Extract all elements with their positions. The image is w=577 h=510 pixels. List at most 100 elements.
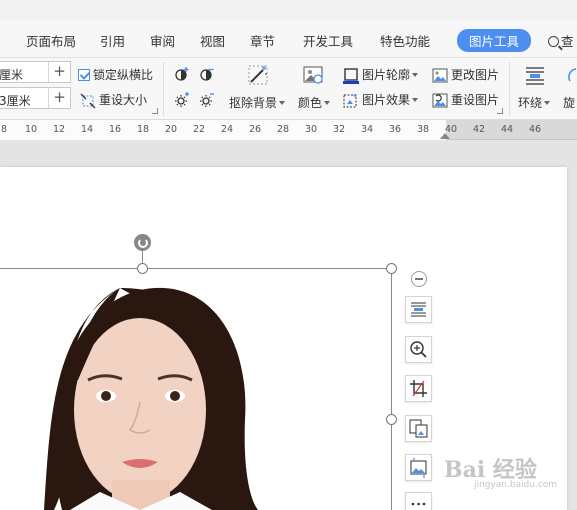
crop-icon xyxy=(410,380,427,397)
layout-options-button[interactable] xyxy=(405,296,432,323)
picture-color-icon xyxy=(303,66,323,84)
tab-references[interactable]: 引用 xyxy=(100,31,125,50)
menu-bar: 页面布局 引用 审阅 视图 章节 开发工具 特色功能 图片工具 查 xyxy=(0,0,577,58)
remove-background-button[interactable]: 抠除背景 xyxy=(229,94,286,111)
ruler-tick: 34 xyxy=(360,124,374,135)
width-increase-button[interactable]: + xyxy=(48,88,70,108)
reset-size-button[interactable]: 重设大小 xyxy=(80,91,147,109)
remove-background-label: 抠除背景 xyxy=(229,96,278,110)
ruler-tick: 22 xyxy=(192,124,206,135)
height-stepper[interactable]: 厘米 + xyxy=(0,61,71,83)
picture-effect-label: 图片效果 xyxy=(362,93,411,107)
selection-frame xyxy=(0,268,392,510)
lock-ratio-label: 锁定纵横比 xyxy=(93,68,154,82)
decrease-contrast-icon[interactable] xyxy=(198,65,216,83)
height-value: 厘米 xyxy=(0,68,24,82)
collapse-toolbar-icon[interactable] xyxy=(411,271,427,287)
reset-picture-label: 重设图片 xyxy=(451,93,500,107)
color-label: 颜色 xyxy=(298,96,323,110)
change-picture-quick-button[interactable] xyxy=(405,454,432,481)
tab-picture-tools[interactable]: 图片工具 xyxy=(457,29,532,52)
ruler-tick: 18 xyxy=(136,124,150,135)
ruler-tick: 36 xyxy=(388,124,402,135)
zoom-picture-button[interactable] xyxy=(405,336,432,363)
color-button[interactable]: 颜色 xyxy=(298,94,331,111)
picture-effect-button[interactable]: 图片效果 xyxy=(343,91,419,109)
resize-handle-top[interactable] xyxy=(137,263,148,274)
change-picture-icon xyxy=(432,68,448,82)
tab-review[interactable]: 审阅 xyxy=(150,31,175,50)
resize-handle-right[interactable] xyxy=(386,414,397,425)
ruler-tick: 46 xyxy=(528,124,542,135)
search-label: 查 xyxy=(561,34,574,49)
ruler-tick: 10 xyxy=(24,124,38,135)
picture-convert-icon xyxy=(409,419,428,438)
magic-wand-icon xyxy=(248,65,268,85)
right-indent-marker[interactable] xyxy=(440,133,450,139)
checkbox-checked-icon xyxy=(78,69,90,81)
ruler-tick: 38 xyxy=(416,124,430,135)
wrap-button[interactable]: 环绕 xyxy=(518,94,551,111)
ruler-tick: 32 xyxy=(332,124,346,135)
lock-ratio-checkbox[interactable]: 锁定纵横比 xyxy=(78,66,153,83)
width-stepper[interactable]: 3厘米 + xyxy=(0,87,71,109)
rotate-icon xyxy=(568,68,577,82)
ruler-tick: 28 xyxy=(276,124,290,135)
zoom-in-icon xyxy=(410,341,427,358)
width-value: 3厘米 xyxy=(0,94,31,108)
more-options-button[interactable] xyxy=(405,492,432,510)
ruler-tick: 26 xyxy=(248,124,262,135)
rotate-handle-icon[interactable] xyxy=(134,234,151,251)
crop-button[interactable] xyxy=(405,375,432,402)
chevron-down-icon xyxy=(412,98,419,102)
ribbon-separator xyxy=(163,62,164,116)
ruler-tick: 12 xyxy=(52,124,66,135)
ruler-tick: 20 xyxy=(164,124,178,135)
ruler-tick: 8 xyxy=(0,124,8,135)
wrap-label: 环绕 xyxy=(518,96,543,110)
picture-outline-button[interactable]: 图片轮廓 xyxy=(343,66,419,84)
picture-replace-icon xyxy=(410,458,427,478)
reset-picture-button[interactable]: 重设图片 xyxy=(432,91,499,109)
rotate-button[interactable]: 旋 xyxy=(563,94,575,111)
change-picture-button[interactable]: 更改图片 xyxy=(432,66,499,84)
tab-page-layout[interactable]: 页面布局 xyxy=(26,31,76,50)
change-picture-label: 更改图片 xyxy=(451,68,500,82)
ribbon-picture-tools: 厘米 + 3厘米 + 锁定纵横比 重设大小 抠除背景 颜色 图片轮廓 图片效果 … xyxy=(0,58,577,120)
watermark-sub-text: jingyan.baidu.com xyxy=(474,480,558,490)
chevron-down-icon xyxy=(412,73,419,77)
reset-size-icon xyxy=(80,93,96,108)
picture-group-launcher-icon[interactable] xyxy=(497,108,503,114)
chevron-down-icon xyxy=(324,101,331,105)
reset-picture-icon xyxy=(432,93,448,107)
tab-developer-tools[interactable]: 开发工具 xyxy=(303,31,353,50)
ruler-tick: 44 xyxy=(500,124,514,135)
tab-section[interactable]: 章节 xyxy=(250,31,275,50)
ruler-tick: 14 xyxy=(80,124,94,135)
ruler-tick: 30 xyxy=(304,124,318,135)
ribbon-separator xyxy=(509,62,510,116)
ruler-tick: 24 xyxy=(220,124,234,135)
horizontal-ruler[interactable]: 8 10 12 14 16 18 20 22 24 26 28 30 32 34… xyxy=(0,120,577,140)
tab-special-features[interactable]: 特色功能 xyxy=(380,31,430,50)
ruler-tick: 42 xyxy=(472,124,486,135)
title-strip xyxy=(0,0,577,20)
decrease-brightness-icon[interactable] xyxy=(198,91,216,109)
ruler-tick: 16 xyxy=(108,124,122,135)
reset-size-label: 重设大小 xyxy=(99,93,148,107)
more-icon xyxy=(411,502,426,506)
tab-view[interactable]: 视图 xyxy=(200,31,225,50)
increase-brightness-icon[interactable] xyxy=(173,91,191,109)
size-group-launcher-icon[interactable] xyxy=(152,108,158,114)
text-wrap-icon xyxy=(411,302,426,317)
chevron-down-icon xyxy=(279,101,286,105)
search-button[interactable]: 查 xyxy=(548,31,574,50)
picture-outline-label: 图片轮廓 xyxy=(362,68,411,82)
picture-effect-icon xyxy=(343,93,357,107)
increase-contrast-icon[interactable] xyxy=(173,65,191,83)
height-increase-button[interactable]: + xyxy=(48,62,70,82)
picture-to-text-button[interactable] xyxy=(405,415,432,442)
chevron-down-icon xyxy=(544,101,551,105)
baidu-watermark: Bai 经验 jingyan.baidu.com xyxy=(440,450,574,496)
resize-handle-top-right[interactable] xyxy=(386,263,397,274)
